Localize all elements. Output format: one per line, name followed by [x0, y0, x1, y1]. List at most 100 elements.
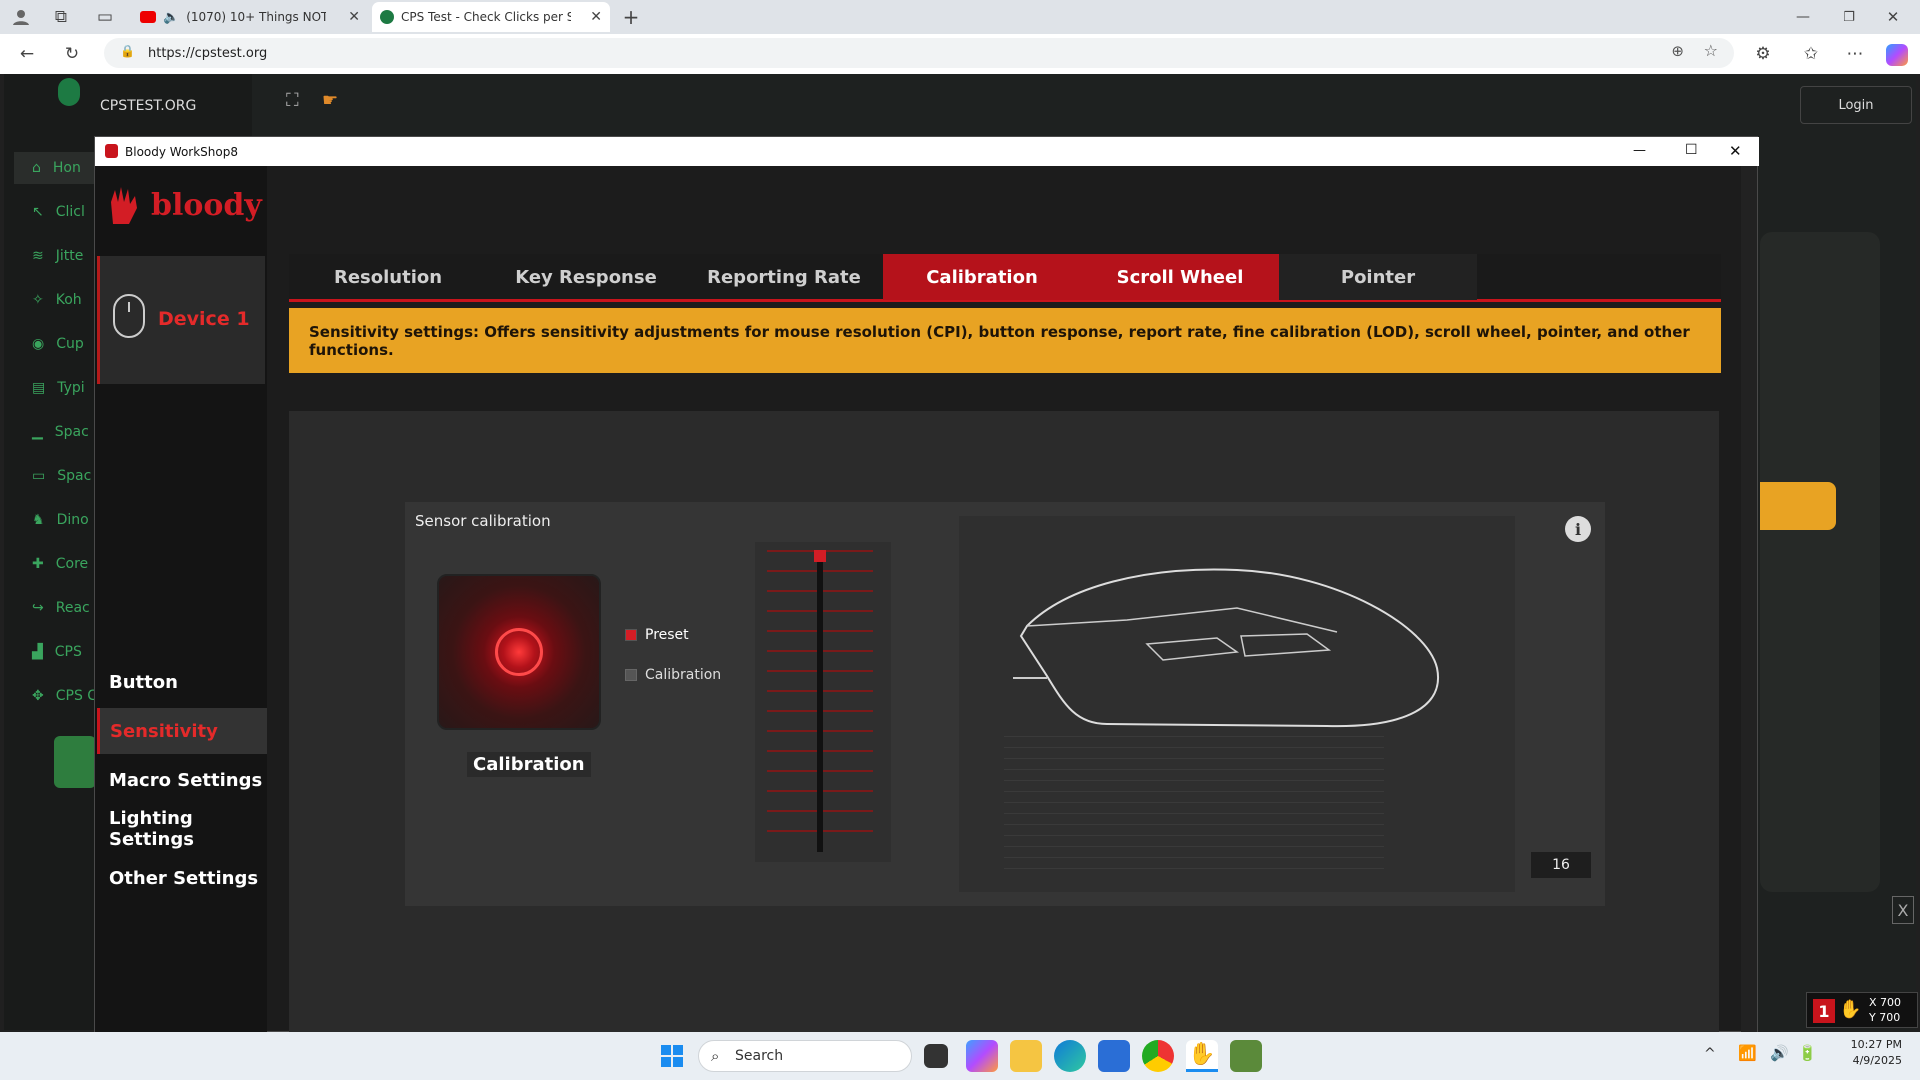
- window-title: Bloody WorkShop8: [125, 144, 238, 159]
- profile-icon[interactable]: [8, 4, 34, 30]
- minecraft-icon[interactable]: [1230, 1040, 1262, 1072]
- menu-lighting-settings[interactable]: Lighting Settings: [103, 806, 267, 852]
- device-card[interactable]: Device 1: [97, 256, 265, 384]
- info-icon[interactable]: i: [1565, 516, 1591, 542]
- tab-resolution[interactable]: Resolution: [289, 254, 487, 300]
- taskbar: ⌕ Search ✋ ^ 📶 🔊 🔋 10:27 PM 4/9/2025: [0, 1032, 1920, 1080]
- address-bar-row: ← ↻ 🔒 https://cpstest.org ⊕ ☆ ⚙ ✩ ⋯: [0, 34, 1920, 74]
- search-icon: ⌕: [711, 1047, 720, 1065]
- file-explorer-icon[interactable]: [1010, 1040, 1042, 1072]
- site-panel: [1760, 232, 1880, 892]
- site-logo[interactable]: CPSTEST.ORG: [100, 98, 196, 114]
- bloody-overlay: 1 ✋ X 700 Y 700: [1806, 992, 1918, 1028]
- minimize-icon[interactable]: —: [1790, 4, 1816, 30]
- tab-reporting-rate[interactable]: Reporting Rate: [685, 254, 883, 300]
- tab-cpstest[interactable]: CPS Test - Check Clicks per Secon ✕: [372, 2, 610, 32]
- close-window-icon[interactable]: ✕: [1880, 4, 1906, 30]
- favorite-icon[interactable]: ☆: [1704, 41, 1718, 60]
- menu-sensitivity[interactable]: Sensitivity: [97, 708, 267, 754]
- tab-actions-icon[interactable]: ▭: [92, 4, 118, 30]
- menu-macro-settings[interactable]: Macro Settings: [103, 757, 267, 803]
- window-titlebar: Bloody WorkShop8 — ☐ ✕: [95, 137, 1759, 166]
- minimize-icon[interactable]: —: [1633, 143, 1646, 158]
- bloody-app-icon[interactable]: ✋: [1186, 1040, 1218, 1072]
- content-area: Sensor calibration Calibration Preset Ca…: [289, 411, 1719, 1033]
- url-field[interactable]: 🔒 https://cpstest.org ⊕ ☆: [104, 38, 1734, 68]
- refresh-icon[interactable]: ↻: [59, 41, 85, 67]
- tab-calibration[interactable]: Calibration: [883, 254, 1081, 300]
- close-icon[interactable]: ✕: [348, 9, 360, 25]
- cursor-icon: ↖: [32, 204, 44, 220]
- speaker-icon[interactable]: 🔈: [163, 10, 179, 25]
- dino-icon: ♞: [32, 512, 45, 528]
- option-calibration[interactable]: Calibration: [625, 667, 721, 683]
- battery-icon[interactable]: 🔋: [1798, 1044, 1817, 1062]
- settings-tabs: Resolution Key Response Reporting Rate C…: [289, 254, 1721, 302]
- mouse-icon: [113, 294, 145, 338]
- bloody-hand-icon: ✋: [1839, 999, 1862, 1020]
- radio-icon: [625, 669, 637, 681]
- favorites-icon[interactable]: ✩: [1798, 41, 1824, 67]
- bloody-hand-icon: [105, 184, 145, 228]
- more-icon[interactable]: ⋯: [1842, 41, 1868, 67]
- extensions-icon[interactable]: ⚙: [1750, 41, 1776, 67]
- info-banner: Sensitivity settings: Offers sensitivity…: [289, 308, 1721, 373]
- edge-icon[interactable]: [1054, 1040, 1086, 1072]
- core-icon: ✚: [32, 556, 44, 572]
- task-view-icon[interactable]: [924, 1044, 948, 1068]
- workspaces-icon[interactable]: ⧉: [48, 4, 74, 30]
- menu-button[interactable]: Button: [103, 659, 267, 705]
- tab-pointer[interactable]: Pointer: [1279, 254, 1477, 300]
- site-button[interactable]: [1760, 482, 1836, 530]
- tab-youtube[interactable]: 🔈 (1070) 10+ Things NOT To D ✕: [132, 2, 368, 32]
- close-icon[interactable]: ✕: [590, 9, 602, 25]
- jitter-icon: ≋: [32, 248, 44, 264]
- reaction-icon: ↪: [32, 600, 44, 616]
- device-label: Device 1: [158, 308, 250, 330]
- radio-icon: [625, 629, 637, 641]
- back-icon[interactable]: ←: [14, 41, 40, 67]
- chrome-icon[interactable]: [1142, 1040, 1174, 1072]
- tab-key-response[interactable]: Key Response: [487, 254, 685, 300]
- reader-icon[interactable]: ⊕: [1671, 42, 1684, 60]
- cpstest-icon: [380, 10, 394, 24]
- x-readout: X 700: [1869, 996, 1902, 1009]
- slider-track[interactable]: [817, 550, 823, 852]
- volume-icon[interactable]: 🔊: [1770, 1044, 1789, 1062]
- scrollbar[interactable]: [1741, 166, 1757, 1032]
- restore-icon[interactable]: ❐: [1836, 4, 1862, 30]
- m365-icon[interactable]: [966, 1040, 998, 1072]
- login-button[interactable]: Login: [1800, 86, 1912, 124]
- copilot-icon[interactable]: [1886, 44, 1908, 66]
- sensor-calibration-panel: Sensor calibration Calibration Preset Ca…: [405, 502, 1605, 906]
- hand-icon[interactable]: ☛: [322, 90, 338, 111]
- chevron-up-icon[interactable]: ^: [1704, 1046, 1716, 1062]
- new-tab-icon[interactable]: +: [618, 4, 644, 30]
- sensor-pad[interactable]: [437, 574, 601, 730]
- tab-scroll-wheel[interactable]: Scroll Wheel: [1081, 254, 1279, 300]
- store-icon[interactable]: [1098, 1040, 1130, 1072]
- close-ad-button[interactable]: X: [1892, 896, 1914, 924]
- maximize-icon[interactable]: ☐: [1685, 142, 1698, 158]
- youtube-icon: [140, 11, 156, 23]
- app-sidebar: bloody Device 1 Button Sensitivity Macro…: [95, 166, 267, 1032]
- chart-icon: ▟: [32, 644, 43, 660]
- url-text: https://cpstest.org: [148, 45, 268, 61]
- space-icon: ▁: [32, 424, 43, 440]
- tab-label: (1070) 10+ Things NOT To D: [186, 10, 327, 24]
- windows-start-icon[interactable]: [656, 1040, 688, 1072]
- slider-thumb[interactable]: [814, 550, 826, 562]
- browser-tab-bar: ⧉ ▭ 🔈 (1070) 10+ Things NOT To D ✕ CPS T…: [0, 0, 1920, 34]
- clock[interactable]: 10:27 PM 4/9/2025: [1832, 1038, 1902, 1067]
- lock-badge-icon: [54, 736, 96, 788]
- fullscreen-icon[interactable]: ⛶: [286, 90, 299, 111]
- option-preset[interactable]: Preset: [625, 627, 689, 643]
- calibration-button[interactable]: Calibration: [467, 752, 591, 777]
- close-icon[interactable]: ✕: [1729, 142, 1742, 160]
- taskbar-search[interactable]: ⌕ Search: [698, 1040, 912, 1072]
- wifi-icon[interactable]: 📶: [1738, 1044, 1757, 1062]
- lock-icon[interactable]: 🔒: [120, 44, 135, 58]
- space-icon: ▭: [32, 468, 46, 484]
- menu-other-settings[interactable]: Other Settings: [103, 855, 267, 901]
- home-icon: ⌂: [32, 160, 41, 176]
